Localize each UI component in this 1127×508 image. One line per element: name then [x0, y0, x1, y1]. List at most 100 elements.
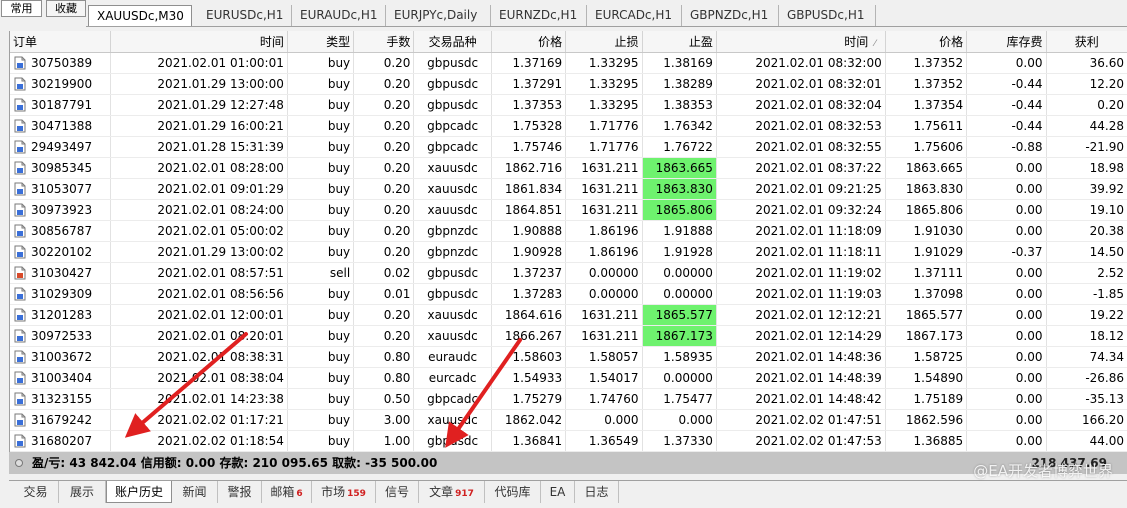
cell-order: 30220102 [10, 241, 111, 263]
table-row[interactable]: 30471388 2021.01.29 16:00:21 buy 0.20 gbpcad… [10, 115, 1127, 137]
chart-tab-eurnzdc[interactable]: EURNZDc,H1 [491, 5, 587, 26]
cell-symbol: xauusdc [413, 409, 492, 431]
table-row[interactable]: 30973923 2021.02.01 08:24:00 buy 0.20 xauusd… [10, 199, 1127, 221]
col-header-stop-loss[interactable]: 止损 [565, 31, 643, 53]
chart-tab-eurcadc[interactable]: EURCADc,H1 [587, 5, 682, 26]
cell-symbol: gbpusdc [413, 52, 492, 74]
table-row[interactable]: 30220102 2021.01.29 13:00:02 buy 0.20 gbpnzd… [10, 241, 1127, 263]
tab-bookmarks[interactable]: 收藏 [46, 0, 86, 17]
tab-signals-label: 信号 [384, 485, 409, 499]
col-header-swap[interactable]: 库存费 [966, 31, 1047, 53]
order-number: 30973923 [31, 202, 93, 217]
col-header-symbol[interactable]: 交易品种 [413, 31, 492, 53]
cell-open-time: 2021.02.01 08:28:00 [110, 157, 288, 179]
cell-swap: -0.37 [966, 241, 1047, 263]
top-bar: 常用 收藏 XAUUSDc,M30 EURUSDc,H1 EURAUDc,H1 … [0, 0, 1127, 27]
tab-code-base[interactable]: 代码库 [485, 481, 541, 503]
tab-account-history[interactable]: 账户历史 [106, 481, 172, 503]
table-row[interactable]: 31679242 2021.02.02 01:17:21 buy 3.00 xauusd… [10, 409, 1127, 431]
cell-order: 30985345 [10, 157, 111, 179]
col-header-close-time[interactable]: 时间 ⁄ [716, 31, 886, 53]
cell-order: 31680207 [10, 430, 111, 452]
table-row[interactable]: 31053077 2021.02.01 09:01:29 buy 0.20 xauusd… [10, 178, 1127, 200]
cell-order: 30219900 [10, 73, 111, 95]
tab-exposure[interactable]: 展示 [59, 481, 106, 503]
chart-tab-eurjpyc[interactable]: EURJPYc,Daily [386, 5, 491, 26]
col-header-open-time[interactable]: 时间 [110, 31, 288, 53]
chart-tab-eurusdc[interactable]: EURUSDc,H1 [198, 5, 292, 26]
col-header-type[interactable]: 类型 [287, 31, 355, 53]
cell-stop-loss: 1.71776 [565, 115, 643, 137]
table-row[interactable]: 31029309 2021.02.01 08:56:56 buy 0.01 gbpusd… [10, 283, 1127, 305]
cell-order: 31029309 [10, 283, 111, 305]
cell-type: sell [287, 262, 355, 284]
cell-swap: 0.00 [966, 199, 1047, 221]
col-header-lots[interactable]: 手数 [353, 31, 415, 53]
cell-stop-loss: 1631.211 [565, 304, 643, 326]
table-row[interactable]: 31323155 2021.02.01 14:23:38 buy 0.50 gbpcad… [10, 388, 1127, 410]
chart-tab-gbpnzdc[interactable]: GBPNZDc,H1 [682, 5, 779, 26]
col-header-close-price[interactable]: 价格 [885, 31, 968, 53]
tab-market-label: 市场 [321, 485, 346, 499]
cell-profit: 12.20 [1046, 73, 1127, 95]
col-header-order[interactable]: 订单 [10, 31, 111, 53]
cell-swap: 0.00 [966, 220, 1047, 242]
table-row[interactable]: 30972533 2021.02.01 08:20:01 buy 0.20 xauusd… [10, 325, 1127, 347]
terminal-tab-strip: 交易 展示 账户历史 新闻 警报 邮箱 6 市场 159 信号 文章 917 代码库 … [9, 480, 1127, 504]
tab-journal[interactable]: 日志 [575, 481, 619, 503]
chart-tab-xauusdc[interactable]: XAUUSDc,M30 [88, 5, 192, 26]
cell-take-profit: 1.37330 [642, 430, 717, 452]
cell-order: 30973923 [10, 199, 111, 221]
buy-order-icon [14, 140, 26, 154]
table-row[interactable]: 31201283 2021.02.01 12:00:01 buy 0.20 xauusd… [10, 304, 1127, 326]
cell-lots: 0.20 [353, 136, 415, 158]
table-row[interactable]: 30856787 2021.02.01 05:00:02 buy 0.20 gbpnzd… [10, 220, 1127, 242]
cell-lots: 0.80 [353, 346, 415, 368]
cell-open-price: 1.75279 [491, 388, 567, 410]
cell-profit: 19.22 [1046, 304, 1127, 326]
order-number: 31680207 [31, 433, 93, 448]
table-row[interactable]: 31003404 2021.02.01 08:38:04 buy 0.80 eurcad… [10, 367, 1127, 389]
cell-take-profit: 1.91888 [642, 220, 717, 242]
cell-open-time: 2021.02.01 14:23:38 [110, 388, 288, 410]
tab-favorites-common[interactable]: 常用 [1, 0, 42, 17]
order-number: 30220102 [31, 244, 93, 259]
cell-take-profit: 1.76722 [642, 136, 717, 158]
cell-order: 30856787 [10, 220, 111, 242]
cell-open-price: 1861.834 [491, 178, 567, 200]
tab-trade[interactable]: 交易 [13, 481, 59, 503]
cell-type: buy [287, 199, 355, 221]
cell-close-price: 1.75189 [885, 388, 968, 410]
table-row[interactable]: 30219900 2021.01.29 13:00:00 buy 0.20 gbpusd… [10, 73, 1127, 95]
tab-mailbox[interactable]: 邮箱 6 [262, 481, 312, 503]
table-row[interactable]: 29493497 2021.01.28 15:31:39 buy 0.20 gbpcad… [10, 136, 1127, 158]
col-header-take-profit[interactable]: 止盈 [642, 31, 717, 53]
table-row[interactable]: 31030427 2021.02.01 08:57:51 sell 0.02 gbpus… [10, 262, 1127, 284]
cell-profit: 39.92 [1046, 178, 1127, 200]
order-number: 30187791 [31, 97, 93, 112]
tab-articles[interactable]: 文章 917 [419, 481, 485, 503]
table-row[interactable]: 30750389 2021.02.01 01:00:01 buy 0.20 gbpusd… [10, 52, 1127, 74]
cell-open-price: 1.75746 [491, 136, 567, 158]
chart-tab-euraudc[interactable]: EURAUDc,H1 [292, 5, 386, 26]
cell-lots: 1.00 [353, 430, 415, 452]
tab-alerts[interactable]: 警报 [218, 481, 262, 503]
cell-lots: 0.20 [353, 115, 415, 137]
cell-open-price: 1.36841 [491, 430, 567, 452]
table-row[interactable]: 31680207 2021.02.02 01:18:54 buy 1.00 gbpusd… [10, 430, 1127, 452]
table-row[interactable]: 30187791 2021.01.29 12:27:48 buy 0.20 gbpusd… [10, 94, 1127, 116]
chart-tab-gbpusdc[interactable]: GBPUSDc,H1 [779, 5, 876, 26]
tab-news[interactable]: 新闻 [172, 481, 218, 503]
buy-order-icon [14, 329, 26, 343]
cell-swap: 0.00 [966, 52, 1047, 74]
cell-close-time: 2021.02.01 08:32:53 [716, 115, 886, 137]
tab-signals[interactable]: 信号 [376, 481, 419, 503]
col-header-open-price[interactable]: 价格 [491, 31, 567, 53]
table-row[interactable]: 30985345 2021.02.01 08:28:00 buy 0.20 xauusd… [10, 157, 1127, 179]
tab-ea[interactable]: EA [541, 481, 575, 503]
table-row[interactable]: 31003672 2021.02.01 08:38:31 buy 0.80 euraud… [10, 346, 1127, 368]
cell-symbol: xauusdc [413, 304, 492, 326]
cell-take-profit: 1.38289 [642, 73, 717, 95]
col-header-profit[interactable]: 获利 [1046, 31, 1127, 53]
tab-market[interactable]: 市场 159 [312, 481, 376, 503]
